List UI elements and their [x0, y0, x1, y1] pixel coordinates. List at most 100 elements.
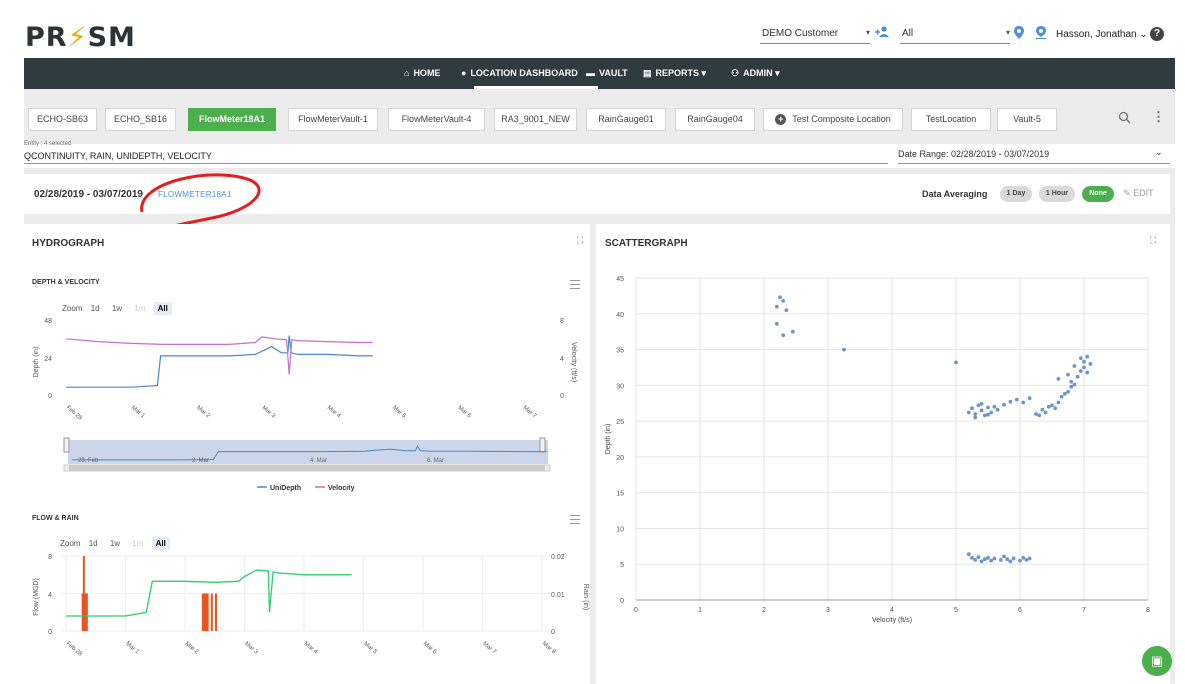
tab-flowmeter18a1[interactable]: FlowMeter18A1 — [188, 108, 276, 131]
scatter-point[interactable] — [1005, 557, 1010, 562]
more-options-icon[interactable]: ⋮ — [1152, 109, 1165, 125]
scatter-point[interactable] — [995, 407, 1000, 412]
scatter-point[interactable] — [986, 405, 990, 410]
navigator-scrollbar-thumb[interactable] — [69, 465, 545, 471]
zoom-all[interactable]: All — [151, 537, 170, 550]
scatter-point[interactable] — [989, 558, 994, 563]
edit-button[interactable]: ✎ EDIT — [1123, 188, 1154, 199]
scatter-point[interactable] — [1082, 365, 1086, 370]
scatter-point[interactable] — [1059, 394, 1064, 399]
scatter-point[interactable] — [966, 552, 971, 557]
map-pin-icon[interactable] — [1014, 26, 1024, 42]
scatter-point[interactable] — [1014, 397, 1019, 402]
flow-rain-chart[interactable]: Flow (MGD) Rain (in) 8 4 0 0.02 0.01 0 F… — [24, 550, 590, 684]
scatter-point[interactable] — [954, 360, 958, 365]
zoom-1w[interactable]: 1w — [106, 537, 124, 550]
chart-menu-icon[interactable] — [570, 280, 580, 292]
averaging-1-hour[interactable]: 1 Hour — [1039, 186, 1075, 202]
scatter-point[interactable] — [1088, 362, 1093, 366]
scatter-point[interactable] — [979, 402, 984, 406]
legend-unidepth[interactable]: UniDepth — [270, 485, 301, 492]
scatter-point[interactable] — [966, 410, 971, 415]
scatter-point[interactable] — [1021, 400, 1026, 405]
rain-bar[interactable] — [84, 593, 87, 632]
customer-select[interactable]: DEMO Customer ▾ — [760, 28, 870, 44]
scatter-point[interactable] — [986, 412, 990, 417]
floating-action-button[interactable]: ▣ — [1142, 646, 1172, 676]
date-range-field[interactable]: Date Range: 02/28/2019 - 03/07/2019 — [898, 149, 1049, 159]
tab-test-composite-location[interactable]: + Test Composite Location — [763, 108, 903, 131]
rain-bar[interactable] — [210, 593, 213, 632]
scatter-point[interactable] — [979, 408, 984, 413]
scatter-point[interactable] — [1021, 555, 1026, 560]
scatter-point[interactable] — [774, 321, 779, 326]
prism-logo[interactable]: PR⚡SM — [25, 22, 136, 53]
scatter-point[interactable] — [1085, 370, 1090, 375]
filter-select[interactable]: All ▾ — [900, 28, 1010, 44]
zoom-1d[interactable]: 1d — [85, 537, 102, 550]
scatter-point[interactable] — [1018, 558, 1022, 563]
scatter-point[interactable] — [1027, 396, 1032, 401]
scatter-point[interactable] — [1075, 374, 1080, 379]
tab-flowmetervault-4[interactable]: FlowMeterVault-4 — [388, 108, 485, 131]
tab-vault-5[interactable]: Vault-5 — [997, 108, 1057, 131]
scatter-point[interactable] — [989, 410, 994, 415]
averaging-none[interactable]: None — [1082, 186, 1114, 202]
location-icon[interactable] — [1036, 26, 1046, 42]
help-icon[interactable]: ? — [1150, 27, 1164, 41]
scatter-point[interactable] — [970, 555, 974, 560]
scatter-point[interactable] — [1072, 364, 1077, 368]
scatter-point[interactable] — [998, 558, 1003, 562]
scatter-point[interactable] — [778, 295, 782, 300]
scatter-point[interactable] — [1011, 556, 1016, 561]
rain-bar[interactable] — [214, 593, 217, 632]
scatter-point[interactable] — [979, 559, 984, 564]
scatter-point[interactable] — [781, 299, 786, 303]
tab-echo-sb16[interactable]: ECHO_SB16 — [105, 108, 176, 131]
scatter-point[interactable] — [1078, 356, 1083, 360]
nav-location-dashboard[interactable]: ● LOCATION DASHBOARD — [461, 68, 578, 78]
scatter-point[interactable] — [781, 333, 786, 338]
nav-vault[interactable]: ▬ VAULT — [586, 68, 628, 78]
tab-testlocation[interactable]: TestLocation — [911, 108, 991, 131]
tab-ra3-9001-new[interactable]: RA3_9001_NEW — [494, 108, 577, 131]
rain-bar[interactable] — [203, 593, 206, 632]
scatter-point[interactable] — [790, 329, 795, 334]
navigator-left-handle[interactable] — [63, 437, 70, 453]
scatter-point[interactable] — [1040, 407, 1045, 412]
scatter-point[interactable] — [1053, 406, 1058, 411]
rain-bar[interactable] — [85, 593, 88, 632]
scatter-point[interactable] — [973, 412, 978, 416]
averaging-1-day[interactable]: 1 Day — [1000, 186, 1032, 202]
scatter-point[interactable] — [992, 556, 997, 561]
user-menu[interactable]: Hasson, Jonathan ⌄ — [1056, 29, 1148, 40]
scatter-point[interactable] — [1002, 554, 1006, 559]
scatter-point[interactable] — [1062, 392, 1067, 396]
depth-velocity-chart[interactable]: Depth (in) Velocity (ft/s) 48 24 0 8 4 0… — [24, 312, 590, 492]
scatter-point[interactable] — [986, 555, 990, 560]
scatter-point[interactable] — [973, 558, 978, 562]
tab-raingauge04[interactable]: RainGauge04 — [675, 108, 755, 131]
scatter-point[interactable] — [1008, 399, 1013, 404]
scatter-point[interactable] — [842, 347, 846, 352]
tab-flowmetervault-1[interactable]: FlowMeterVault-1 — [288, 108, 378, 131]
expand-icon[interactable]: ⛶ — [577, 235, 583, 246]
chevron-down-icon[interactable]: ⌄ — [1155, 147, 1163, 158]
scatter-point[interactable] — [1056, 400, 1061, 405]
scatter-point[interactable] — [1072, 382, 1077, 387]
scatter-point[interactable] — [1085, 354, 1090, 359]
scatter-point[interactable] — [982, 413, 987, 418]
expand-icon[interactable]: ⛶ — [1150, 235, 1156, 246]
scatter-point[interactable] — [973, 415, 978, 420]
zoom-1m[interactable]: 1m — [128, 537, 147, 550]
entity-select[interactable]: QCONTINUITY, RAIN, UNIDEPTH, VELOCITY — [24, 151, 212, 161]
scatter-point[interactable] — [774, 304, 779, 309]
scatter-point[interactable] — [1027, 556, 1032, 561]
scatter-point[interactable] — [992, 404, 997, 409]
scatter-point[interactable] — [1069, 379, 1074, 384]
scattergraph-chart[interactable]: 0 1 2 3 4 5 6 7 8454035302520151050 Velocity (ft… — [596, 264, 1170, 684]
scatter-point[interactable] — [1069, 384, 1074, 389]
scatter-point[interactable] — [970, 406, 974, 411]
legend-velocity[interactable]: Velocity — [328, 485, 355, 492]
series-unidepth[interactable] — [66, 335, 373, 388]
